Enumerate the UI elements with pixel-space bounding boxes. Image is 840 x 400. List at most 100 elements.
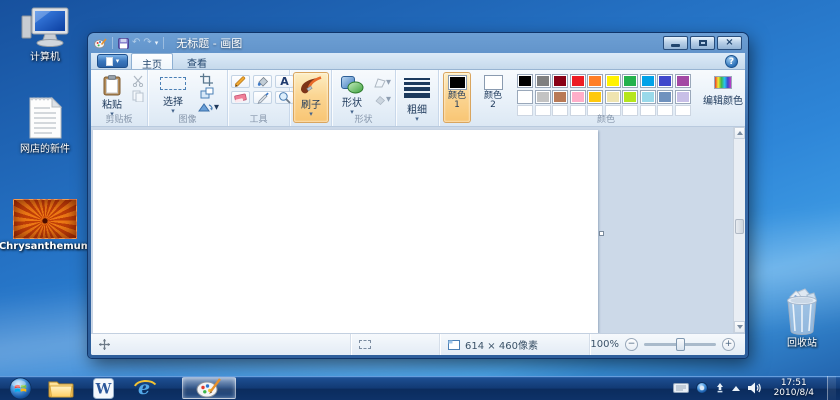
help-button[interactable]: ? (725, 55, 738, 68)
qat-dropdown-icon[interactable]: ▾ (155, 39, 159, 47)
status-image-size: 614 × 460像素 (440, 334, 590, 355)
palette-color[interactable] (517, 90, 533, 104)
close-button[interactable]: × (717, 36, 742, 50)
minimize-button[interactable] (663, 36, 688, 50)
window-body: ▾ 主页 查看 ? (91, 53, 745, 355)
desktop-icon-computer[interactable]: 计算机 (9, 6, 81, 63)
shapes-label: 形状 (342, 94, 362, 109)
zoom-in-button[interactable]: + (722, 338, 735, 351)
volume-icon[interactable] (747, 382, 761, 394)
show-hidden-icons-button[interactable] (732, 386, 740, 391)
palette-color[interactable] (570, 74, 586, 88)
eraser-tool-button[interactable] (231, 91, 250, 104)
palette-color[interactable] (535, 74, 551, 88)
brushes-button[interactable]: 刷子 ▾ (293, 72, 329, 123)
vertical-scrollbar[interactable] (733, 127, 745, 333)
desktop-icon-chrysanthemum[interactable]: Chrysanthemum (9, 199, 81, 252)
palette-color[interactable] (552, 90, 568, 104)
color2-label: 颜色 2 (481, 92, 505, 110)
quick-access-toolbar: ↶ ↷ ▾ (94, 37, 166, 49)
shape-fill-button[interactable]: ▾ (374, 94, 391, 105)
palette-color[interactable] (587, 74, 603, 88)
zoom-slider[interactable] (644, 343, 716, 346)
edit-colors-button[interactable]: 编辑颜色 (699, 73, 745, 113)
desktop-icon-recycle-bin[interactable]: 回收站 (766, 286, 838, 349)
paint-canvas[interactable] (93, 130, 598, 333)
color1-label: 颜色 1 (445, 92, 469, 110)
palette-color[interactable] (657, 90, 673, 104)
palette-color[interactable] (605, 90, 621, 104)
maximize-button[interactable] (690, 36, 715, 50)
palette-color[interactable] (570, 90, 586, 104)
safely-remove-icon[interactable] (715, 383, 725, 393)
palette-color[interactable] (552, 74, 568, 88)
taskbar-ie-button[interactable]: e (126, 377, 164, 399)
palette-color[interactable] (535, 90, 551, 104)
color1-button[interactable]: 颜色 1 (443, 72, 471, 123)
palette-color[interactable] (675, 74, 691, 88)
resize-button[interactable] (200, 87, 214, 99)
input-language-icon[interactable] (673, 383, 689, 393)
crosshair-icon (99, 339, 110, 350)
title-bar[interactable]: ↶ ↷ ▾ 无标题 - 画图 × (88, 33, 748, 53)
redo-button[interactable]: ↷ (143, 38, 151, 48)
image-group: 选择 ▾ (148, 70, 228, 126)
canvas-viewport (91, 127, 745, 333)
zoom-slider-thumb[interactable] (676, 338, 685, 351)
tray-app-icon[interactable] (696, 382, 708, 394)
palette-color[interactable] (587, 90, 603, 104)
chevron-down-icon: ▾ (415, 116, 419, 122)
color-picker-tool-button[interactable] (253, 91, 272, 104)
cut-button[interactable] (132, 75, 144, 87)
scroll-up-button[interactable] (734, 127, 745, 139)
clock-date: 2010/8/4 (774, 388, 814, 398)
chevron-down-icon: ▾ (214, 102, 219, 113)
palette-color[interactable] (622, 90, 638, 104)
canvas-resize-handle[interactable] (599, 231, 604, 236)
select-button[interactable]: 选择 ▾ (152, 72, 194, 115)
scrollbar-track[interactable] (734, 139, 745, 321)
triangle-up-icon (737, 131, 743, 135)
taskbar-paint-button[interactable] (182, 377, 236, 399)
palette-color[interactable] (605, 74, 621, 88)
save-button[interactable] (118, 38, 129, 49)
palette-color[interactable] (517, 74, 533, 88)
show-desktop-button[interactable] (827, 376, 836, 400)
shapes-button[interactable]: 形状 ▾ (334, 72, 370, 115)
undo-button[interactable]: ↶ (132, 38, 140, 48)
application-menu-button[interactable]: ▾ (97, 54, 128, 68)
color-palette (517, 74, 695, 116)
shape-outline-button[interactable]: ▾ (374, 77, 391, 88)
paint-icon (196, 378, 222, 398)
paste-button[interactable]: 粘贴 ▾ (94, 72, 130, 115)
recycle-bin-icon (781, 286, 823, 336)
tray-clock[interactable]: 17:51 2010/8/4 (768, 378, 820, 398)
zoom-out-button[interactable]: − (625, 338, 638, 351)
separator (163, 37, 164, 49)
palette-color[interactable] (622, 74, 638, 88)
tab-view[interactable]: 查看 (177, 53, 217, 69)
palette-color[interactable] (657, 74, 673, 88)
color2-button[interactable]: 颜色 2 (479, 72, 507, 123)
scrollbar-thumb[interactable] (735, 219, 744, 234)
line-thickness-icon (404, 78, 430, 98)
taskbar-word-button[interactable]: W (84, 377, 122, 399)
palette-color[interactable] (640, 90, 656, 104)
copy-button[interactable] (132, 90, 144, 102)
palette-color[interactable] (640, 74, 656, 88)
maximize-icon (699, 40, 707, 46)
pencil-tool-button[interactable] (231, 75, 250, 88)
palette-color[interactable] (675, 90, 691, 104)
scroll-down-button[interactable] (734, 321, 745, 333)
taskbar-explorer-button[interactable] (42, 377, 80, 399)
crop-button[interactable] (200, 73, 213, 86)
tab-home[interactable]: 主页 (131, 53, 173, 69)
window-title: 无标题 - 画图 (176, 35, 242, 51)
start-button[interactable] (2, 377, 38, 399)
fill-tool-button[interactable] (253, 75, 272, 88)
paint-app-icon (94, 38, 107, 49)
desktop-icon-text-file[interactable]: 网店的新件 (9, 94, 81, 155)
size-button[interactable]: 粗细 ▾ (400, 72, 434, 123)
size-label: 粗细 (407, 101, 427, 116)
color2-swatch (484, 75, 503, 90)
